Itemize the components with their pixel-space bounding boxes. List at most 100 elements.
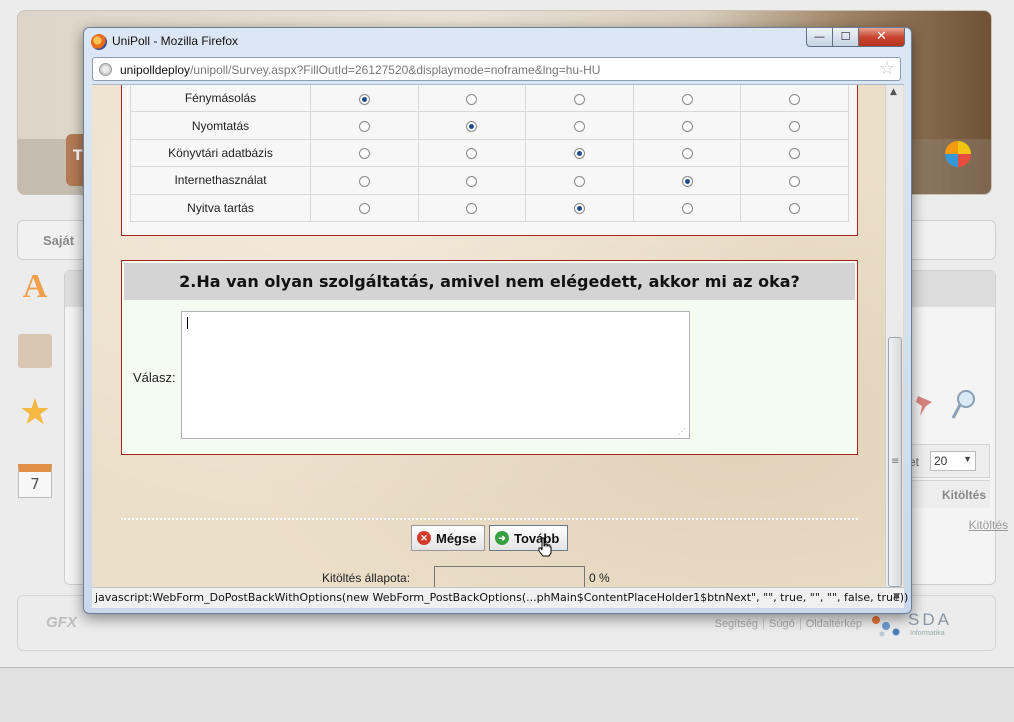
resize-grip-icon[interactable]: ⋰ — [678, 427, 686, 436]
scrollbar-grip-icon: ≡ — [891, 456, 900, 467]
radio-cell — [632, 111, 742, 140]
row-label: Nyomtatás — [130, 111, 311, 140]
footer-link-sitemap[interactable]: Oldaltérkép — [799, 618, 867, 630]
radio-button[interactable] — [789, 120, 801, 132]
radio-cell — [525, 85, 634, 113]
url-text[interactable]: unipolldeploy/unipoll/Survey.aspx?FillOu… — [120, 63, 600, 77]
radio-cell — [417, 111, 527, 140]
page-size-pager: et 20 ▼ — [905, 444, 990, 478]
maximize-button[interactable]: ☐ — [833, 28, 859, 47]
scroll-up-arrow-icon[interactable]: ▲ — [890, 87, 897, 97]
radio-cell — [525, 193, 634, 222]
window-controls: — ☐ ✕ — [806, 28, 905, 48]
radio-cell — [740, 138, 849, 168]
page-size-value: 20 — [934, 454, 948, 468]
radio-button[interactable] — [681, 93, 693, 105]
title-bar[interactable]: UniPoll - Mozilla Firefox — ☐ ✕ — [84, 28, 911, 56]
radio-cell — [740, 85, 849, 113]
magnifier-icon[interactable] — [950, 388, 978, 422]
footer-link-help[interactable]: Segítség — [710, 618, 763, 630]
fill-link[interactable]: Kitöltés — [969, 518, 1008, 532]
footer-link-manual[interactable]: Súgó — [763, 618, 800, 630]
radio-cell — [740, 193, 849, 222]
star-icon[interactable]: ★ — [18, 395, 52, 431]
scrollbar-thumb[interactable]: ≡ — [888, 337, 902, 587]
close-button[interactable]: ✕ — [859, 28, 905, 47]
radio-button[interactable] — [681, 203, 693, 215]
globe-icon[interactable] — [99, 63, 112, 76]
answer-textarea[interactable]: ⋰ — [181, 311, 690, 439]
radio-button[interactable] — [573, 175, 585, 187]
radio-button[interactable] — [789, 93, 801, 105]
toolbar-right — [912, 390, 982, 432]
sda-dots-icon — [872, 616, 900, 637]
sda-letters: SDA — [908, 610, 952, 629]
radio-button[interactable] — [573, 148, 585, 160]
radio-cell — [632, 166, 742, 195]
radio-button[interactable] — [573, 203, 585, 215]
radio-cell — [310, 111, 419, 140]
answer-label: Válasz: — [133, 370, 176, 385]
radio-button[interactable] — [789, 148, 801, 160]
radio-button[interactable] — [358, 203, 370, 215]
question1-matrix: Fénymásolás Nyomtatás Könyvtári adatbázis I… — [121, 85, 858, 236]
radio-button[interactable] — [681, 175, 693, 187]
table-row: Könyvtári adatbázis — [130, 138, 849, 168]
hand-cursor-icon — [538, 537, 552, 557]
cancel-icon: ✕ — [417, 531, 431, 545]
font-a-icon[interactable]: A — [18, 270, 52, 304]
radio-cell — [632, 85, 742, 113]
column-header-label: Kitöltés — [941, 488, 986, 502]
page-size-select[interactable]: 20 ▼ — [930, 451, 976, 471]
status-text: javascript:WebForm_DoPostBackWithOptions… — [95, 591, 909, 604]
radio-button[interactable] — [466, 120, 478, 132]
cancel-button[interactable]: ✕ Mégse — [411, 525, 485, 551]
pie-chart-icon — [945, 141, 971, 167]
radio-cell — [740, 166, 849, 195]
envelope-icon[interactable] — [18, 334, 52, 368]
calendar-icon[interactable]: 7 — [18, 464, 52, 498]
radio-button[interactable] — [466, 175, 478, 187]
radio-button[interactable] — [573, 93, 585, 105]
url-domain: unipolldeploy — [120, 63, 191, 77]
sidebar: A ★ 7 — [10, 270, 60, 510]
radio-button[interactable] — [466, 93, 478, 105]
radio-cell — [632, 138, 742, 168]
window-title: UniPoll - Mozilla Firefox — [112, 34, 239, 48]
radio-button[interactable] — [681, 120, 693, 132]
next-button[interactable]: ➜ Tovább — [489, 525, 568, 551]
radio-button[interactable] — [358, 175, 370, 187]
vertical-scrollbar[interactable]: ▲ ≡ — [885, 85, 903, 587]
nav-item-own[interactable]: Saját — [43, 233, 74, 248]
radio-cell — [417, 138, 527, 168]
url-path: /unipoll/Survey.aspx?FillOutId=26127520&… — [190, 63, 601, 77]
radio-cell — [525, 111, 634, 140]
radio-cell — [310, 138, 419, 168]
radio-button[interactable] — [681, 148, 693, 160]
progress-bar — [434, 566, 585, 587]
radio-button[interactable] — [358, 93, 370, 105]
dotted-separator — [121, 518, 858, 520]
scroll-down-arrow-icon[interactable]: ▼ — [893, 592, 900, 602]
pin-icon[interactable] — [912, 392, 938, 418]
bookmark-star-icon[interactable]: ☆ — [879, 59, 895, 79]
firefox-popup-window: UniPoll - Mozilla Firefox — ☐ ✕ unipolld… — [83, 27, 912, 614]
radio-cell — [310, 85, 419, 113]
radio-button[interactable] — [789, 203, 801, 215]
firefox-icon — [91, 34, 107, 50]
minimize-button[interactable]: — — [806, 28, 833, 47]
radio-button[interactable] — [573, 120, 585, 132]
url-bar[interactable]: unipolldeploy/unipoll/Survey.aspx?FillOu… — [92, 57, 901, 81]
column-header: Kitöltés — [905, 480, 990, 508]
radio-cell — [740, 111, 849, 140]
radio-button[interactable] — [466, 148, 478, 160]
footer-logo: GFX — [46, 614, 77, 631]
radio-button[interactable] — [466, 203, 478, 215]
sda-subtitle: Informatika — [910, 630, 945, 637]
row-label: Nyitva tartás — [130, 193, 311, 222]
table-row: Nyitva tartás — [130, 193, 849, 222]
question2-block: 2.Ha van olyan szolgáltatás, amivel nem … — [121, 260, 858, 455]
radio-button[interactable] — [358, 120, 370, 132]
radio-button[interactable] — [789, 175, 801, 187]
radio-button[interactable] — [358, 148, 370, 160]
